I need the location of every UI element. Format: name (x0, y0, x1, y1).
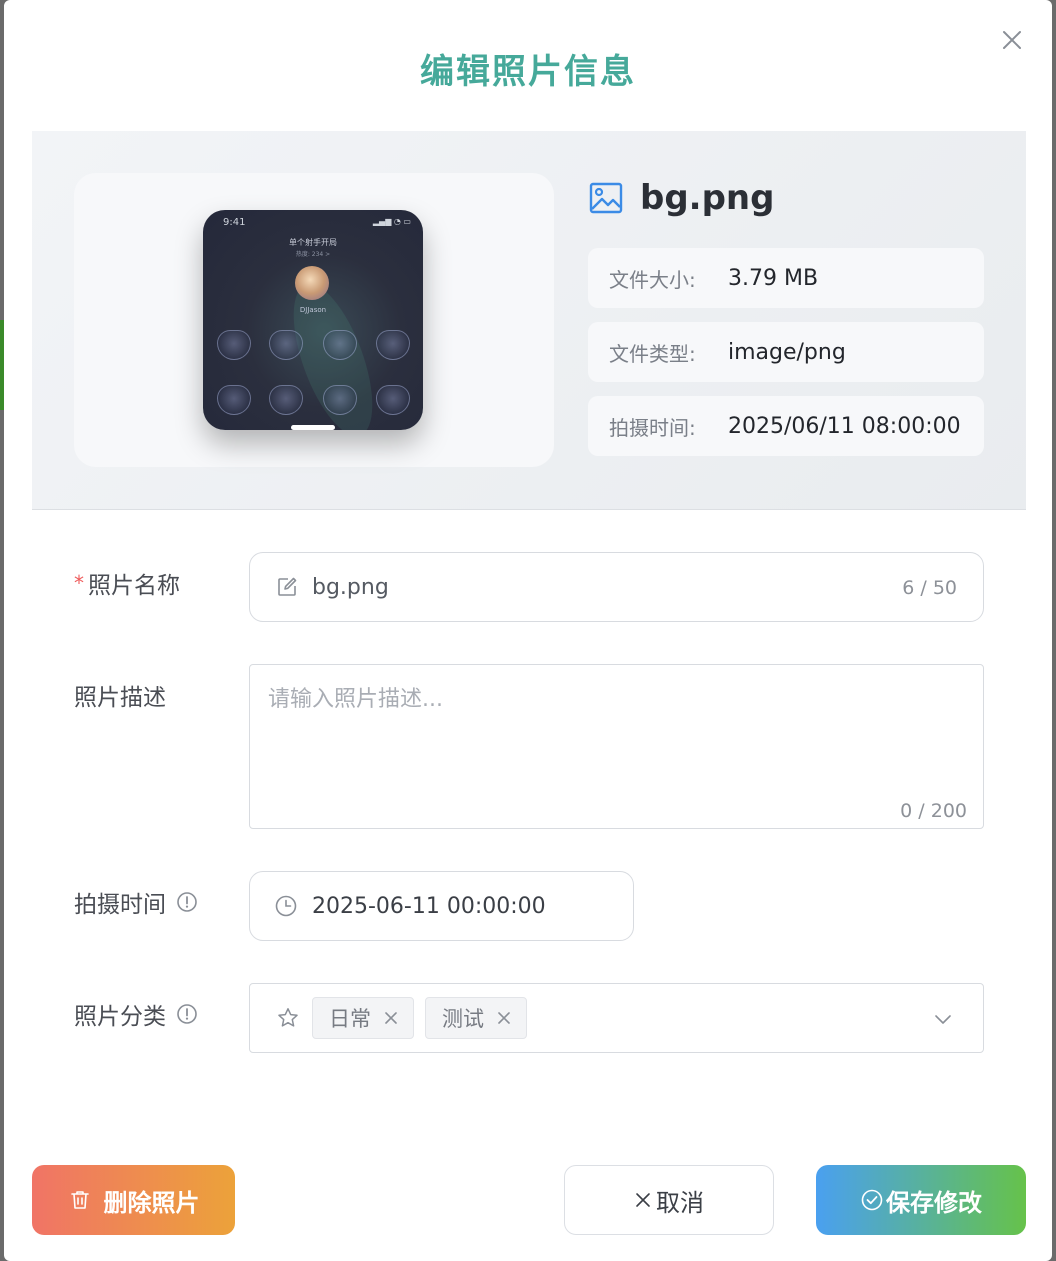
meta-value: image/png (728, 339, 846, 365)
file-name-row: bg.png (588, 175, 774, 221)
chevron-down-icon[interactable] (933, 1009, 953, 1029)
meta-file-size: 文件大小: 3.79 MB (588, 248, 984, 308)
thumbnail-card: 9:41 ▂▄▆ ◔ ▭ 单个射手开局 热度: 234 > DJJason (74, 173, 554, 467)
description-char-counter: 0 / 200 (900, 800, 967, 822)
meta-file-type: 文件类型: image/png (588, 322, 984, 382)
cancel-label: 取消 (656, 1188, 704, 1217)
photo-name-input[interactable]: bg.png 6 / 50 (249, 552, 984, 622)
meta-label: 拍摄时间: (609, 415, 696, 440)
close-icon (1003, 31, 1021, 49)
delete-photo-button[interactable]: 删除照片 (32, 1165, 235, 1235)
meta-label: 文件大小: (609, 267, 696, 292)
save-changes-button[interactable]: 保存修改 (816, 1165, 1026, 1235)
file-name: bg.png (640, 178, 775, 218)
delete-photo-label: 删除照片 (103, 1188, 200, 1217)
close-button[interactable] (998, 26, 1026, 54)
photo-thumbnail[interactable]: 9:41 ▂▄▆ ◔ ▭ 单个射手开局 热度: 234 > DJJason (203, 210, 423, 430)
thumbnail-avatar (295, 266, 329, 300)
meta-value: 3.79 MB (728, 265, 819, 291)
category-tag: 日常 (312, 997, 414, 1039)
save-changes-label: 保存修改 (886, 1188, 982, 1217)
edit-photo-dialog: 编辑照片信息 9:41 ▂▄▆ ◔ ▭ 单个射手开局 热度: 234 > DJJ… (4, 0, 1052, 1261)
category-select[interactable]: 日常 测试 (249, 983, 984, 1053)
description-label: 照片描述 (74, 685, 166, 711)
tag-close-icon[interactable] (383, 1010, 399, 1026)
category-label: 照片分类 (74, 997, 198, 1031)
meta-taken-time: 拍摄时间: 2025/06/11 08:00:00 (588, 396, 984, 456)
thumbnail-subheader: 热度: 234 > (295, 251, 331, 258)
edit-icon (278, 577, 297, 596)
photo-preview-panel: 9:41 ▂▄▆ ◔ ▭ 单个射手开局 热度: 234 > DJJason bg… (32, 131, 1026, 510)
info-icon[interactable] (176, 891, 198, 913)
check-circle-icon (861, 1189, 883, 1211)
meta-value: 2025/06/11 08:00:00 (728, 413, 961, 439)
photo-name-value: bg.png (312, 574, 389, 600)
tag-close-icon[interactable] (496, 1010, 512, 1026)
name-char-counter: 6 / 50 (902, 577, 957, 599)
star-icon (278, 1008, 298, 1027)
trash-icon (70, 1191, 89, 1209)
clock-icon (275, 895, 297, 917)
meta-label: 文件类型: (609, 341, 696, 366)
photo-description-textarea[interactable]: 请输入照片描述... 0 / 200 (249, 664, 984, 829)
thumbnail-header: 单个射手开局 (289, 238, 337, 247)
dialog-title: 编辑照片信息 (420, 52, 636, 92)
thumbnail-time: 9:41 (223, 217, 246, 228)
description-placeholder: 请输入照片描述... (268, 687, 443, 712)
thumbnail-home-bar (291, 425, 335, 430)
close-icon (636, 1193, 650, 1207)
name-label: * 照片名称 (74, 571, 180, 599)
category-tag: 测试 (425, 997, 527, 1039)
tag-label: 日常 (329, 1007, 371, 1031)
taken-time-value: 2025-06-11 00:00:00 (312, 893, 546, 919)
taken-time-picker[interactable]: 2025-06-11 00:00:00 (249, 871, 634, 941)
cancel-button[interactable]: 取消 (564, 1165, 774, 1235)
required-mark: * (74, 571, 84, 595)
thumbnail-user-name: DJJason (299, 306, 327, 314)
thumbnail-status-icons: ▂▄▆ ◔ ▭ (372, 217, 411, 226)
tag-label: 测试 (442, 1007, 484, 1031)
info-icon[interactable] (176, 1003, 198, 1025)
taken-time-label: 拍摄时间 (74, 885, 198, 919)
image-icon (589, 182, 623, 214)
